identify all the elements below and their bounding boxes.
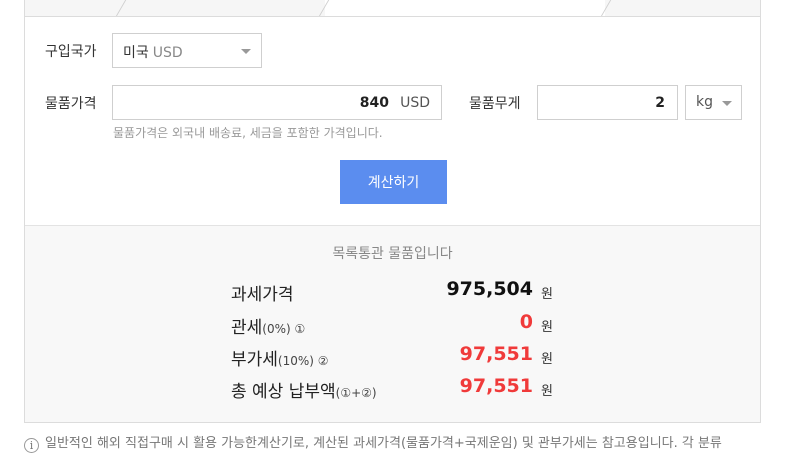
total-label: 총 예상 납부액 xyxy=(231,382,336,402)
chevron-down-icon xyxy=(241,49,251,54)
price-help-text: 물품가격은 외국내 배송료, 세금을 포함한 가격입니다. xyxy=(113,126,383,140)
weight-label: 물품무게 xyxy=(469,96,521,112)
country-select[interactable]: 미국 USD xyxy=(112,33,262,68)
calculator-card: 구입국가 미국 USD 물품가격 840 USD 물품무게 2 kg 물품가격은 … xyxy=(24,17,761,423)
total-note: (①+②) xyxy=(335,386,377,400)
vat-value: 97,551 xyxy=(459,343,533,365)
total-unit: 원 xyxy=(541,384,553,399)
country-label: 구입국가 xyxy=(45,44,97,60)
result-title: 목록통관 물품입니다 xyxy=(332,246,453,262)
result-row-label: 부가세(10%) ② xyxy=(231,345,329,370)
customs-duty-unit: 원 xyxy=(541,320,553,335)
info-icon: i xyxy=(24,438,39,453)
calculate-button[interactable]: 계산하기 xyxy=(340,160,447,204)
tab-strip xyxy=(24,0,761,17)
result-row-label: 총 예상 납부액(①+②) xyxy=(231,377,377,402)
customs-duty-value: 0 xyxy=(519,311,533,333)
taxable-price-value: 975,504 xyxy=(446,278,533,300)
result-panel: 목록통관 물품입니다 과세가격 975,504 원 관세(0%) ① 0 원 부… xyxy=(25,225,760,422)
customs-duty-label: 관세 xyxy=(231,318,263,338)
vat-label: 부가세 xyxy=(231,350,278,370)
price-label: 물품가격 xyxy=(45,96,97,112)
country-currency: USD xyxy=(152,45,183,61)
tab-4[interactable] xyxy=(605,0,760,16)
tab-1[interactable] xyxy=(25,0,125,16)
taxable-price-unit: 원 xyxy=(541,287,553,302)
calculator-form: 구입국가 미국 USD 물품가격 840 USD 물품무게 2 kg 물품가격은 … xyxy=(25,17,760,225)
price-value: 840 xyxy=(359,95,389,111)
price-input[interactable]: 840 USD xyxy=(112,85,442,120)
price-unit: USD xyxy=(400,95,430,111)
footer-note-text: 일반적인 해외 직접구매 시 활용 가능한계산기로, 계산된 과세가격(물품가격… xyxy=(45,436,722,451)
weight-value: 2 xyxy=(655,95,665,111)
country-value: 미국 USD xyxy=(123,42,183,62)
weight-unit-select[interactable]: kg xyxy=(685,85,742,120)
weight-input[interactable]: 2 xyxy=(537,85,678,120)
result-row-label: 과세가격 xyxy=(231,280,294,305)
tab-2[interactable] xyxy=(125,0,325,16)
footer-note: i 일반적인 해외 직접구매 시 활용 가능한계산기로, 계산된 과세가격(물품가… xyxy=(24,432,722,453)
tab-3-active[interactable] xyxy=(325,0,605,16)
total-value: 97,551 xyxy=(459,375,533,397)
customs-duty-note: (0%) ① xyxy=(262,322,306,336)
country-name: 미국 xyxy=(123,45,149,61)
result-row-label: 관세(0%) ① xyxy=(231,313,305,338)
vat-unit: 원 xyxy=(541,352,553,367)
weight-unit-value: kg xyxy=(696,94,713,110)
taxable-price-label: 과세가격 xyxy=(231,285,294,305)
chevron-down-icon xyxy=(722,101,732,106)
vat-note: (10%) ② xyxy=(277,354,329,368)
